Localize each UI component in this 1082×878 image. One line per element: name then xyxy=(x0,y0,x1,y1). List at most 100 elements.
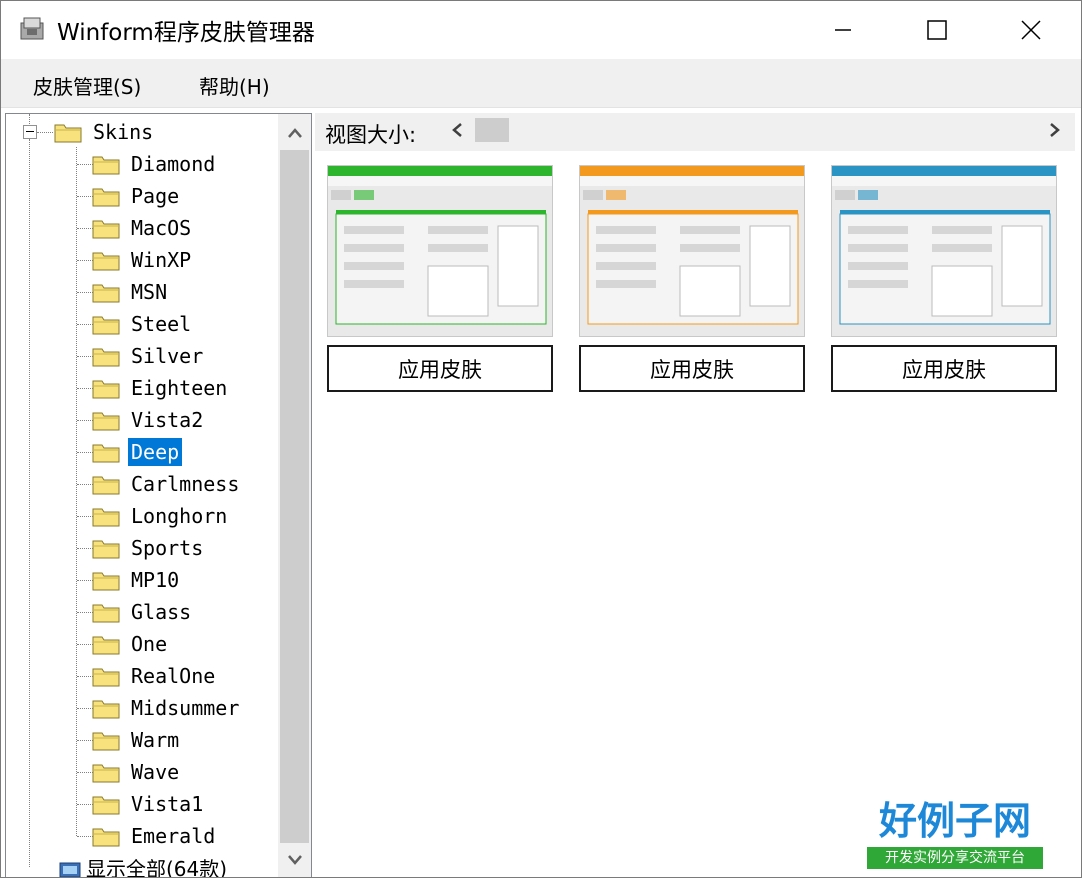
title-bar: Winform程序皮肤管理器 xyxy=(1,1,1081,59)
view-size-label: 视图大小: xyxy=(325,123,417,147)
scroll-up-button[interactable] xyxy=(278,116,311,150)
skin-preview-graphic xyxy=(832,166,1056,336)
tree-node[interactable]: Vista2 xyxy=(92,405,206,435)
logo-title: 好例子网 xyxy=(878,799,1031,843)
tree-node-label: Vista1 xyxy=(131,792,204,816)
minimize-icon xyxy=(835,29,851,31)
computer-icon xyxy=(59,862,81,877)
folder-icon xyxy=(92,444,120,463)
skin-tree-panel: Skins Diamond Page MacOS WinXP MSN Steel Silve… xyxy=(5,113,312,877)
tree-node-label: Diamond xyxy=(131,152,216,176)
view-size-slider-thumb[interactable] xyxy=(475,118,509,142)
logo-subtitle: 开发实例分享交流平台 xyxy=(867,847,1043,869)
maximize-button[interactable] xyxy=(891,1,983,59)
tree-node[interactable]: Wave xyxy=(92,757,182,787)
tree-node-label: MacOS xyxy=(131,216,192,240)
tree-node-label: Sports xyxy=(131,536,204,560)
tree-line xyxy=(77,388,93,389)
show-all-node[interactable]: 显示全部(64款) xyxy=(56,852,227,877)
tree-line xyxy=(77,484,93,485)
tree-node-label: Deep xyxy=(128,438,183,466)
tree-node[interactable]: Emerald xyxy=(92,821,218,851)
apply-skin-button[interactable]: 应用皮肤 xyxy=(579,345,805,392)
close-button[interactable] xyxy=(985,1,1077,59)
tree-line xyxy=(76,147,77,836)
skin-preview-image xyxy=(831,165,1057,337)
tree-node-label: Silver xyxy=(131,344,204,368)
skin-preview-graphic xyxy=(328,166,552,336)
tree-node[interactable]: One xyxy=(92,629,170,659)
folder-icon xyxy=(92,572,120,591)
folder-icon xyxy=(92,828,120,847)
skin-preview-image xyxy=(579,165,805,337)
tree-root-node[interactable]: Skins xyxy=(54,117,156,147)
apply-skin-button[interactable]: 应用皮肤 xyxy=(831,345,1057,392)
tree-line xyxy=(77,420,93,421)
tree-node[interactable]: Silver xyxy=(92,341,206,371)
tree-node-label: Midsummer xyxy=(131,696,240,720)
folder-icon xyxy=(92,668,120,687)
tree-line xyxy=(77,324,93,325)
tree-node[interactable]: Sports xyxy=(92,533,206,563)
folder-icon xyxy=(54,124,82,143)
tree-node-label: Steel xyxy=(131,312,192,336)
tree-node[interactable]: Glass xyxy=(92,597,194,627)
tree-node[interactable]: Diamond xyxy=(92,149,218,179)
chevron-down-icon xyxy=(287,855,302,865)
folder-icon xyxy=(92,796,120,815)
tree-node-label: Warm xyxy=(131,728,180,752)
tree-node[interactable]: MacOS xyxy=(92,213,194,243)
apply-skin-button[interactable]: 应用皮肤 xyxy=(327,345,553,392)
tree-line xyxy=(77,836,93,837)
folder-icon xyxy=(92,412,120,431)
collapse-toggle[interactable] xyxy=(23,125,37,139)
tree-line xyxy=(29,114,30,124)
tree-node[interactable]: Page xyxy=(92,181,182,211)
folder-icon xyxy=(92,700,120,719)
menu-help[interactable]: 帮助(H) xyxy=(199,71,270,100)
tree-node-label: MSN xyxy=(131,280,168,304)
folder-icon xyxy=(92,732,120,751)
tree-line xyxy=(77,580,93,581)
minimize-button[interactable] xyxy=(797,1,889,59)
view-size-decrease-button[interactable] xyxy=(447,119,467,141)
tree-line xyxy=(77,516,93,517)
tree-node[interactable]: Midsummer xyxy=(92,693,242,723)
tree-line xyxy=(77,292,93,293)
tree-node[interactable]: Eighteen xyxy=(92,373,230,403)
scroll-down-button[interactable] xyxy=(278,842,311,876)
tree-node-label: Glass xyxy=(131,600,192,624)
folder-icon xyxy=(92,508,120,527)
tree-node[interactable]: Longhorn xyxy=(92,501,230,531)
tree-root-label: Skins xyxy=(93,120,154,144)
folder-icon xyxy=(92,764,120,783)
tree-node-label: Emerald xyxy=(131,824,216,848)
menu-skin-manage[interactable]: 皮肤管理(S) xyxy=(33,71,141,100)
scroll-thumb[interactable] xyxy=(280,150,309,843)
tree-node[interactable]: Warm xyxy=(92,725,182,755)
folder-icon xyxy=(92,348,120,367)
tree-node-label: Page xyxy=(131,184,180,208)
folder-icon xyxy=(92,188,120,207)
folder-icon xyxy=(92,316,120,335)
tree-node[interactable]: MP10 xyxy=(92,565,182,595)
tree-node-label: One xyxy=(131,632,168,656)
folder-icon xyxy=(92,284,120,303)
menu-bar: 皮肤管理(S) 帮助(H) xyxy=(1,59,1081,108)
tree-node[interactable]: Carlmness xyxy=(92,469,242,499)
tree-node-label: WinXP xyxy=(131,248,192,272)
folder-icon xyxy=(92,540,120,559)
tree-node[interactable]: Deep xyxy=(92,437,183,467)
tree-node[interactable]: Vista1 xyxy=(92,789,206,819)
tree-line xyxy=(77,804,93,805)
tree-vertical-scrollbar[interactable] xyxy=(278,114,311,877)
tree-node[interactable]: RealOne xyxy=(92,661,218,691)
tree-line xyxy=(77,676,93,677)
tree-node[interactable]: MSN xyxy=(92,277,170,307)
tree-node[interactable]: WinXP xyxy=(92,245,194,275)
tree-line xyxy=(77,740,93,741)
view-size-increase-button[interactable] xyxy=(1045,119,1065,141)
tree-node[interactable]: Steel xyxy=(92,309,194,339)
close-icon xyxy=(1021,20,1041,40)
folder-icon xyxy=(92,156,120,175)
